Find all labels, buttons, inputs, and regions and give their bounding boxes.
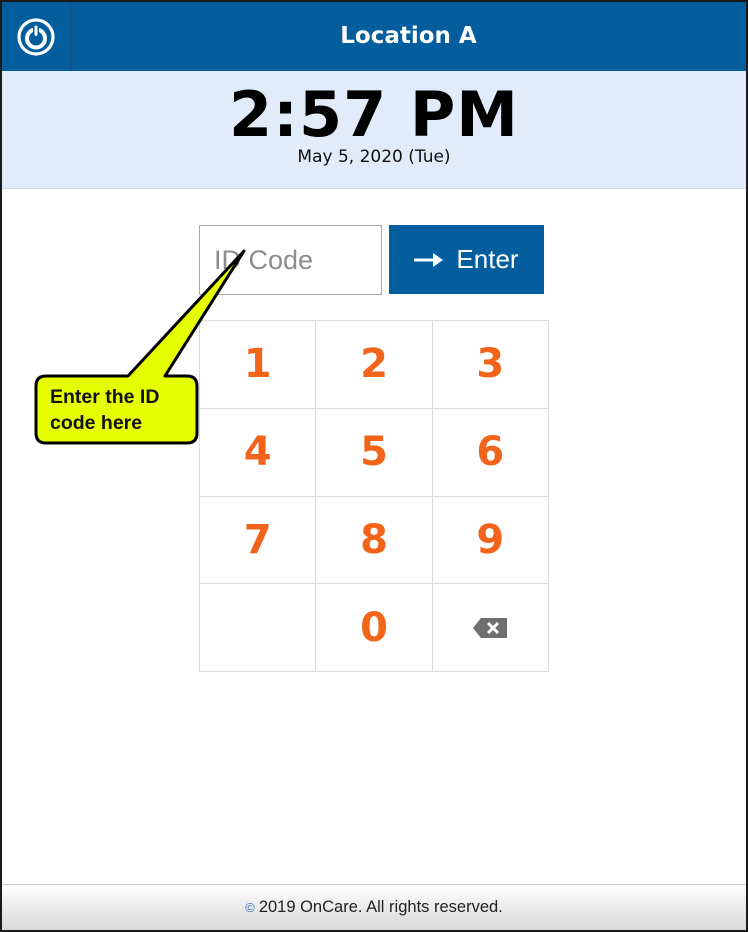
keypad-key-9[interactable]: 9: [432, 496, 549, 585]
keypad-key-0[interactable]: 0: [316, 584, 433, 672]
power-icon: [17, 17, 55, 56]
numeric-keypad: 1 2 3 4 5 6 7 8 9 0: [199, 320, 549, 672]
backspace-icon: [473, 617, 508, 638]
keypad-key-8[interactable]: 8: [316, 496, 433, 585]
id-code-input[interactable]: [199, 225, 382, 295]
callout-text: Enter the ID code here: [50, 384, 200, 436]
location-title: Location A: [340, 23, 477, 49]
callout-line-1: Enter the ID: [50, 386, 160, 408]
keypad-key-2[interactable]: 2: [316, 321, 433, 409]
keypad-key-4[interactable]: 4: [200, 408, 317, 497]
enter-button-label: Enter: [456, 244, 519, 274]
copyright-symbol: ©: [245, 900, 255, 915]
callout-line-2: code here: [50, 412, 143, 434]
enter-button[interactable]: Enter: [389, 225, 544, 294]
copyright-text: 2019 OnCare. All rights reserved.: [258, 898, 503, 916]
keypad-key-6[interactable]: 6: [432, 408, 549, 497]
current-time: 2:57 PM: [229, 78, 519, 151]
footer: © 2019 OnCare. All rights reserved.: [2, 884, 746, 930]
clock-panel: 2:57 PM May 5, 2020 (Tue): [2, 71, 746, 189]
app-frame: Location A 2:57 PM May 5, 2020 (Tue) Ent…: [0, 0, 748, 932]
keypad-key-3[interactable]: 3: [432, 321, 549, 409]
keypad-key-1[interactable]: 1: [200, 321, 317, 409]
header-bar: Location A: [2, 2, 746, 71]
power-button[interactable]: [2, 2, 71, 71]
keypad-blank-cell: [200, 584, 317, 672]
keypad-key-7[interactable]: 7: [200, 496, 317, 585]
current-date: May 5, 2020 (Tue): [297, 147, 451, 167]
backspace-button[interactable]: [432, 584, 549, 672]
arrow-right-icon: [414, 252, 444, 268]
keypad-key-5[interactable]: 5: [316, 408, 433, 497]
